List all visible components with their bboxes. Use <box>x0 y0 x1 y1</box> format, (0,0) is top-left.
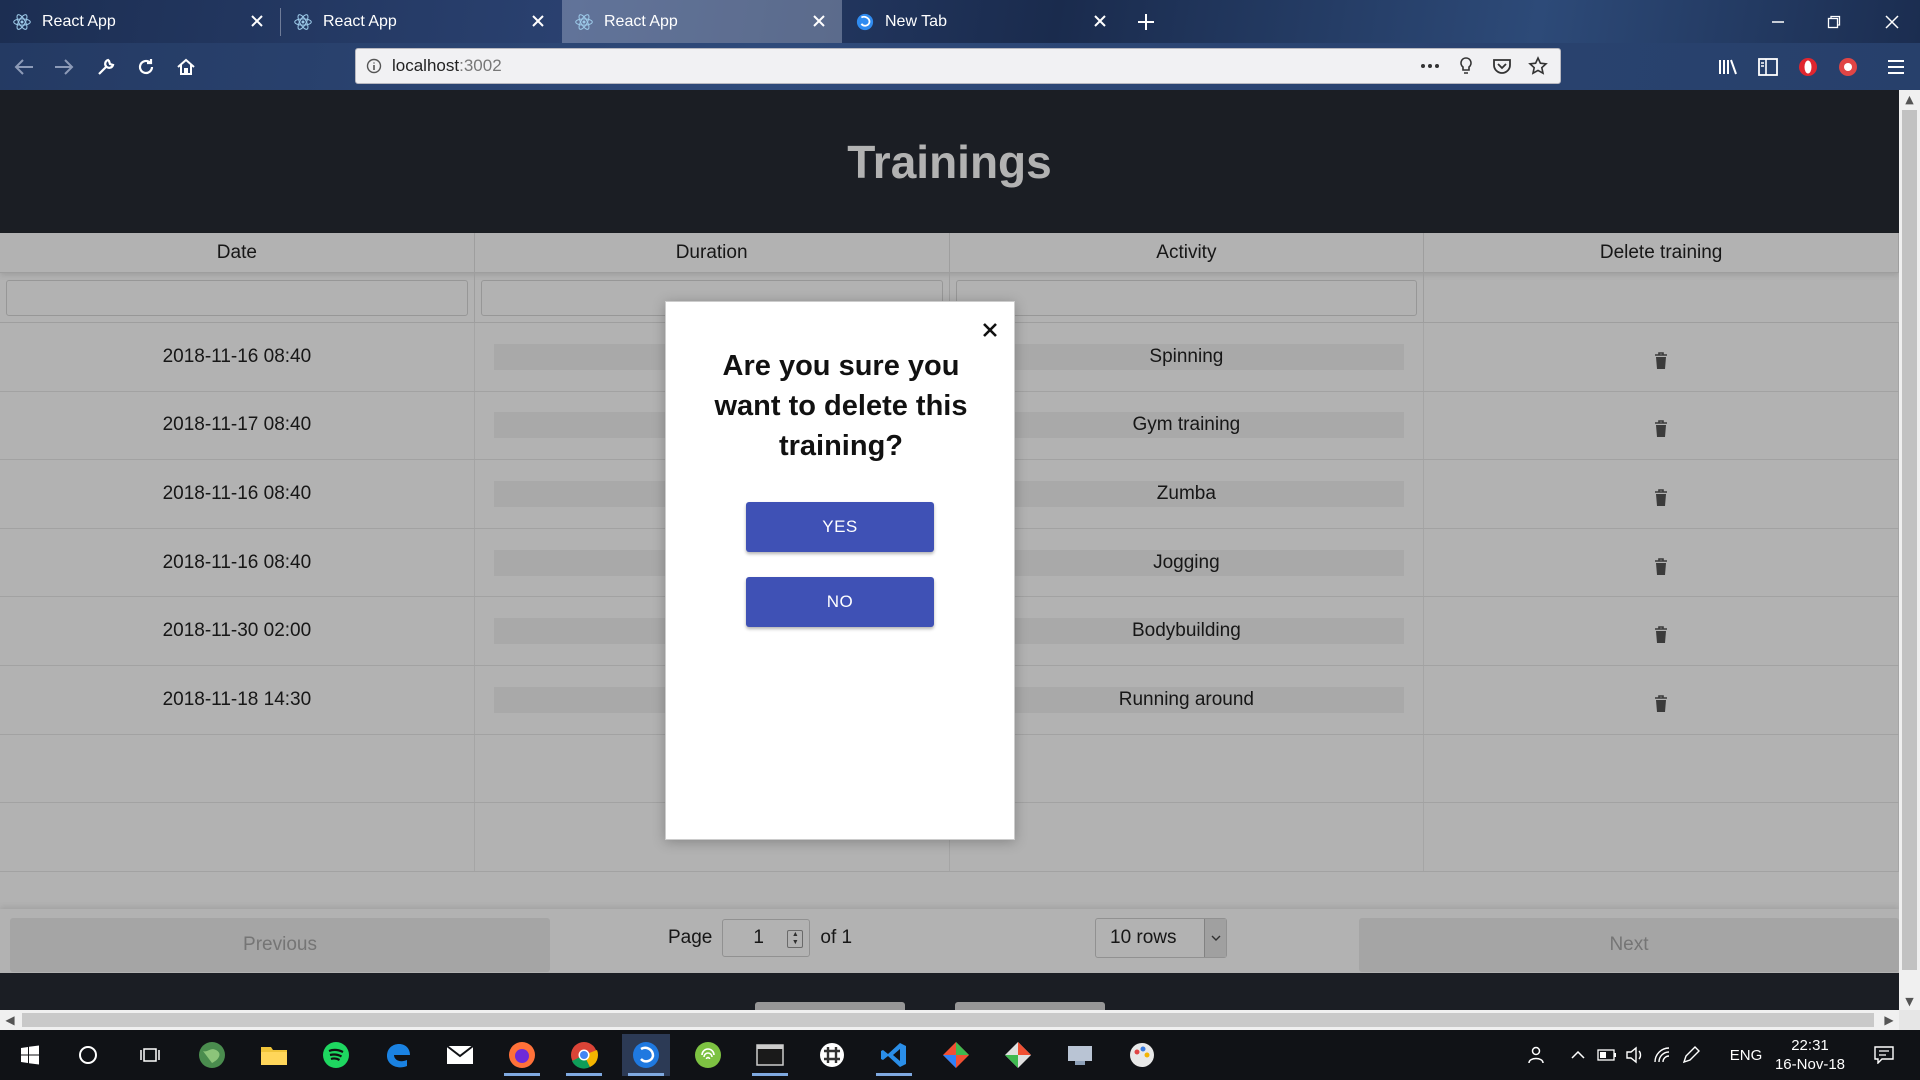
no-button[interactable]: NO <box>746 577 934 627</box>
home-icon[interactable] <box>170 51 202 83</box>
delete-confirm-dialog: Are you sure you want to delete this tra… <box>665 301 1015 840</box>
opera-extension-icon[interactable] <box>1792 51 1824 83</box>
minimize-button[interactable] <box>1750 0 1806 43</box>
slack-icon[interactable] <box>808 1034 856 1076</box>
hamburger-menu-icon[interactable] <box>1880 51 1912 83</box>
cortana-search-icon[interactable] <box>64 1034 112 1076</box>
task-view-icon[interactable] <box>126 1034 174 1076</box>
reload-icon[interactable] <box>130 51 162 83</box>
language-indicator[interactable]: ENG <box>1724 1030 1768 1080</box>
firefox-icon[interactable] <box>498 1034 546 1076</box>
dialog-title: Are you sure you want to delete this tra… <box>714 350 968 462</box>
sourcetree-icon[interactable] <box>994 1034 1042 1076</box>
scroll-down-icon[interactable]: ▼ <box>1899 992 1920 1010</box>
mail-icon[interactable] <box>436 1034 484 1076</box>
close-icon[interactable] <box>1089 10 1111 32</box>
browser-tab-3-active[interactable]: React App <box>562 0 842 43</box>
pen-icon[interactable] <box>1678 1030 1704 1080</box>
vertical-scrollbar[interactable]: ▲ ▼ <box>1899 90 1920 1010</box>
page-actions-icon[interactable] <box>1414 51 1446 81</box>
volume-icon[interactable] <box>1622 1030 1648 1080</box>
globe-app-icon[interactable] <box>188 1034 236 1076</box>
horizontal-scrollbar[interactable]: ◀ ▶ <box>0 1010 1899 1030</box>
info-icon[interactable] <box>356 49 392 83</box>
scroll-thumb[interactable] <box>22 1013 1874 1027</box>
clock-time: 22:31 <box>1791 1037 1829 1054</box>
spotify-icon[interactable] <box>312 1034 360 1076</box>
pocket-icon[interactable] <box>1486 51 1518 81</box>
chevron-up-icon[interactable] <box>1566 1030 1590 1080</box>
close-icon[interactable] <box>978 318 1002 342</box>
back-arrow-icon[interactable] <box>8 51 40 83</box>
restore-button[interactable] <box>1806 0 1862 43</box>
library-icon[interactable] <box>1712 51 1744 83</box>
yes-button[interactable]: YES <box>746 502 934 552</box>
browser-nav-bar: localhost:3002 <box>0 43 1920 90</box>
extension-icon[interactable] <box>1832 51 1864 83</box>
sidebar-icon[interactable] <box>1752 51 1784 83</box>
windows-taskbar: ENG 22:31 16-Nov-18 <box>0 1030 1920 1080</box>
vscode-icon[interactable] <box>870 1034 918 1076</box>
browser-tab-1[interactable]: React App <box>0 0 280 43</box>
close-window-button[interactable] <box>1864 0 1920 43</box>
lightbulb-icon[interactable] <box>1450 51 1482 81</box>
react-logo-icon <box>293 12 313 32</box>
fingerprint-app-icon[interactable] <box>684 1034 732 1076</box>
battery-icon[interactable] <box>1594 1030 1620 1080</box>
file-explorer-icon[interactable] <box>250 1034 298 1076</box>
git-kraken-icon[interactable] <box>932 1034 980 1076</box>
url-bar[interactable]: localhost:3002 <box>355 48 1561 84</box>
firefox-logo-icon <box>855 12 875 32</box>
clock-date: 16-Nov-18 <box>1774 1056 1846 1073</box>
browser-tab-2[interactable]: React App <box>281 0 561 43</box>
firefox-dev-icon[interactable] <box>622 1034 670 1076</box>
forward-arrow-icon[interactable] <box>48 51 80 83</box>
terminal-icon[interactable] <box>746 1034 794 1076</box>
scroll-right-icon[interactable]: ▶ <box>1879 1010 1899 1030</box>
wifi-icon[interactable] <box>1650 1030 1676 1080</box>
close-icon[interactable] <box>527 10 549 32</box>
wrench-icon[interactable] <box>90 51 122 83</box>
paint-icon[interactable] <box>1118 1034 1166 1076</box>
tab-title: React App <box>323 12 397 30</box>
new-tab-button[interactable] <box>1130 6 1162 38</box>
virtual-machine-icon[interactable] <box>1056 1034 1104 1076</box>
react-logo-icon <box>574 12 594 32</box>
notifications-icon[interactable] <box>1864 1030 1904 1080</box>
people-icon[interactable] <box>1522 1030 1554 1080</box>
clock[interactable]: 22:31 16-Nov-18 <box>1770 1036 1850 1074</box>
tab-title: React App <box>42 12 116 30</box>
scroll-corner <box>1899 1010 1920 1030</box>
react-logo-icon <box>12 12 32 32</box>
url-text: localhost:3002 <box>392 56 502 75</box>
tab-title: New Tab <box>885 12 947 30</box>
bookmark-star-icon[interactable] <box>1522 51 1554 81</box>
edge-browser-icon[interactable] <box>374 1034 422 1076</box>
browser-tab-bar: React App React App React App New Tab <box>0 0 1920 43</box>
browser-tab-4[interactable]: New Tab <box>843 0 1123 43</box>
scroll-left-icon[interactable]: ◀ <box>0 1010 20 1030</box>
scroll-up-icon[interactable]: ▲ <box>1899 90 1920 108</box>
close-icon[interactable] <box>246 10 268 32</box>
close-icon[interactable] <box>808 10 830 32</box>
tab-title: React App <box>604 12 678 30</box>
chrome-icon[interactable] <box>560 1034 608 1076</box>
scroll-thumb[interactable] <box>1902 110 1917 970</box>
windows-start-icon[interactable] <box>6 1034 54 1076</box>
